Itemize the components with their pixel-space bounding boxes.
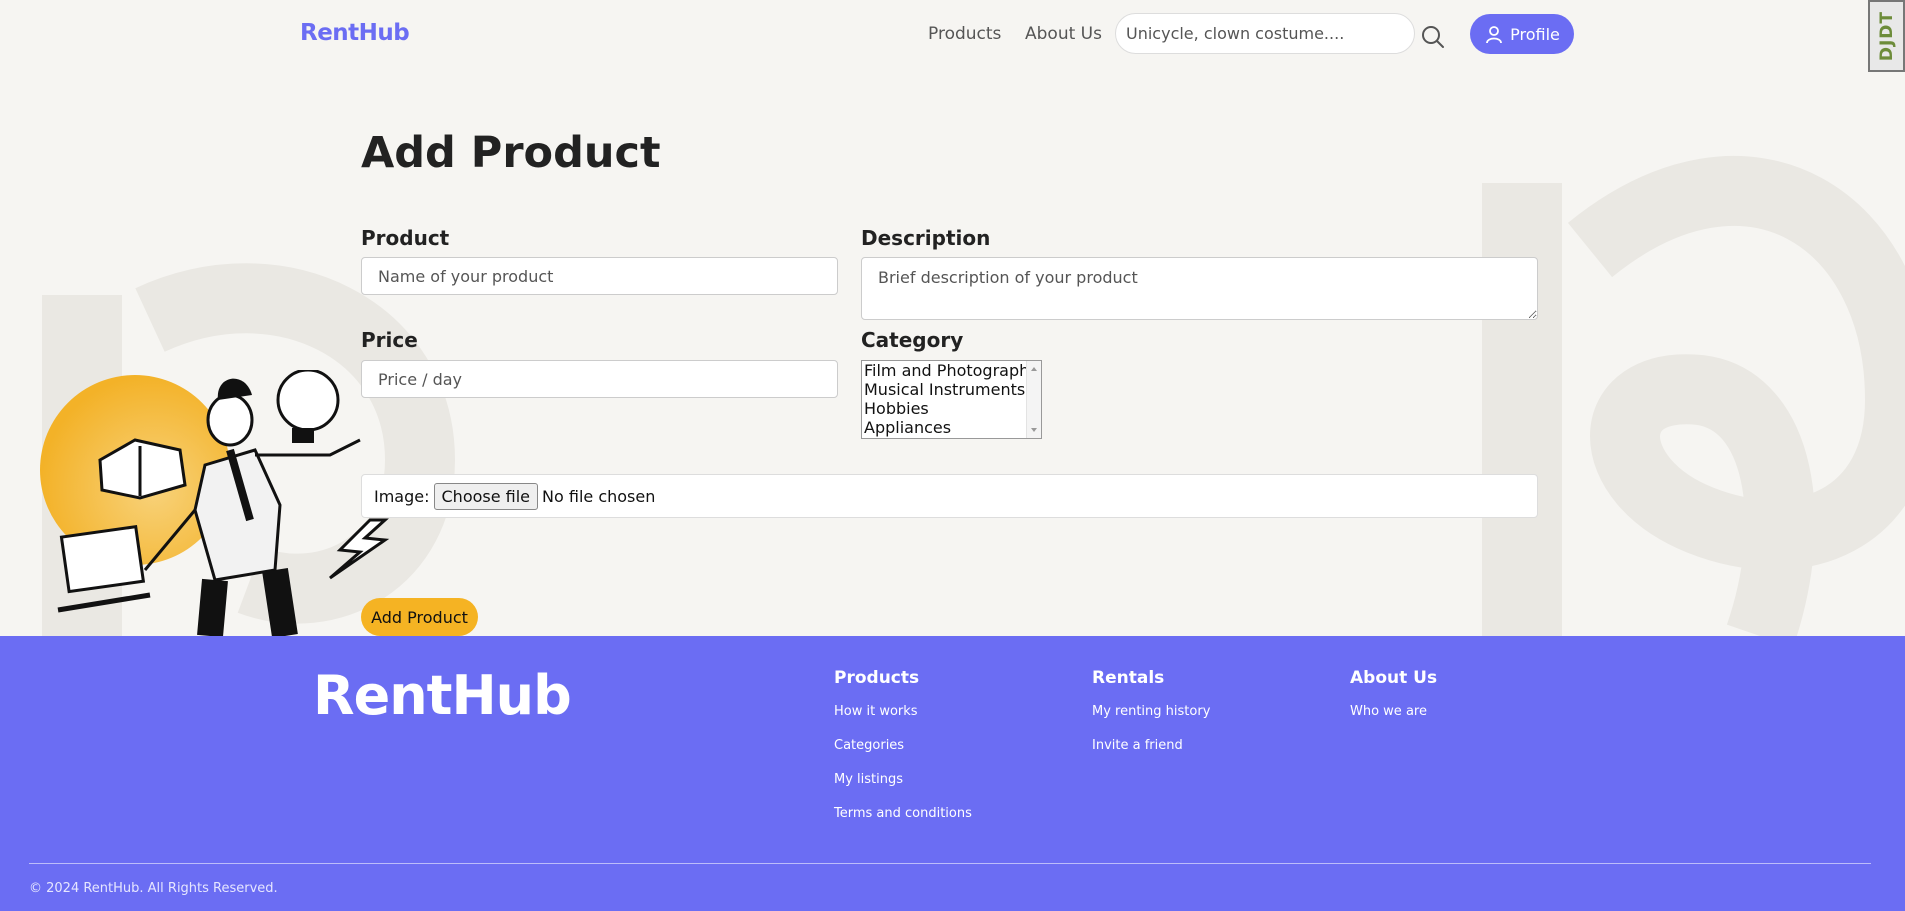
file-status: No file chosen: [542, 486, 656, 506]
image-label: Image:: [374, 486, 430, 506]
footer-heading-rentals: Rentals: [1092, 668, 1165, 688]
footer-link-who-we-are[interactable]: Who we are: [1350, 704, 1427, 719]
nav-products[interactable]: Products: [928, 24, 1001, 44]
scroll-down-icon: [1031, 428, 1037, 432]
footer-heading-products: Products: [834, 668, 920, 688]
copyright: © 2024 RentHub. All Rights Reserved.: [29, 881, 278, 896]
product-name-input[interactable]: [361, 257, 838, 295]
product-label: Product: [361, 226, 450, 250]
description-label: Description: [861, 226, 991, 250]
footer: RentHub Products How it works Categories…: [0, 636, 1905, 911]
user-icon: [1486, 26, 1503, 44]
category-select[interactable]: Film and Photography Musical Instruments…: [861, 360, 1042, 439]
footer-heading-about: About Us: [1350, 668, 1438, 688]
nav-about-us[interactable]: About Us: [1025, 24, 1102, 44]
footer-link-invite-friend[interactable]: Invite a friend: [1092, 738, 1183, 753]
search-icon: [1422, 26, 1444, 48]
category-option[interactable]: Musical Instruments: [862, 380, 1041, 399]
footer-divider: [29, 863, 1871, 864]
debug-toolbar-label: DJDT: [1876, 10, 1897, 62]
footer-logo[interactable]: RentHub: [313, 664, 572, 727]
footer-link-my-listings[interactable]: My listings: [834, 772, 903, 787]
page-title: Add Product: [361, 128, 661, 178]
renthub-logo[interactable]: RentHub: [300, 20, 410, 46]
search-button[interactable]: [1420, 24, 1446, 50]
debug-toolbar-handle[interactable]: DJDT: [1868, 0, 1905, 72]
add-product-button[interactable]: Add Product: [361, 598, 478, 636]
search-input[interactable]: [1115, 13, 1415, 54]
category-scrollbar[interactable]: [1026, 361, 1041, 438]
footer-link-how-it-works[interactable]: How it works: [834, 704, 918, 719]
profile-label: Profile: [1510, 24, 1560, 44]
category-option[interactable]: Film and Photography: [862, 361, 1041, 380]
price-label: Price: [361, 328, 418, 352]
choose-file-button[interactable]: Choose file: [433, 482, 539, 510]
footer-link-categories[interactable]: Categories: [834, 738, 904, 753]
profile-button[interactable]: Profile: [1470, 14, 1574, 54]
scroll-up-icon: [1031, 367, 1037, 371]
footer-link-renting-history[interactable]: My renting history: [1092, 704, 1210, 719]
category-option[interactable]: Appliances: [862, 418, 1041, 437]
category-option[interactable]: Hobbies: [862, 399, 1041, 418]
description-textarea[interactable]: [861, 257, 1538, 320]
category-label: Category: [861, 328, 964, 352]
image-upload-row: Image: Choose file No file chosen: [361, 474, 1538, 518]
footer-link-terms[interactable]: Terms and conditions: [834, 806, 972, 821]
price-input[interactable]: [361, 360, 838, 398]
